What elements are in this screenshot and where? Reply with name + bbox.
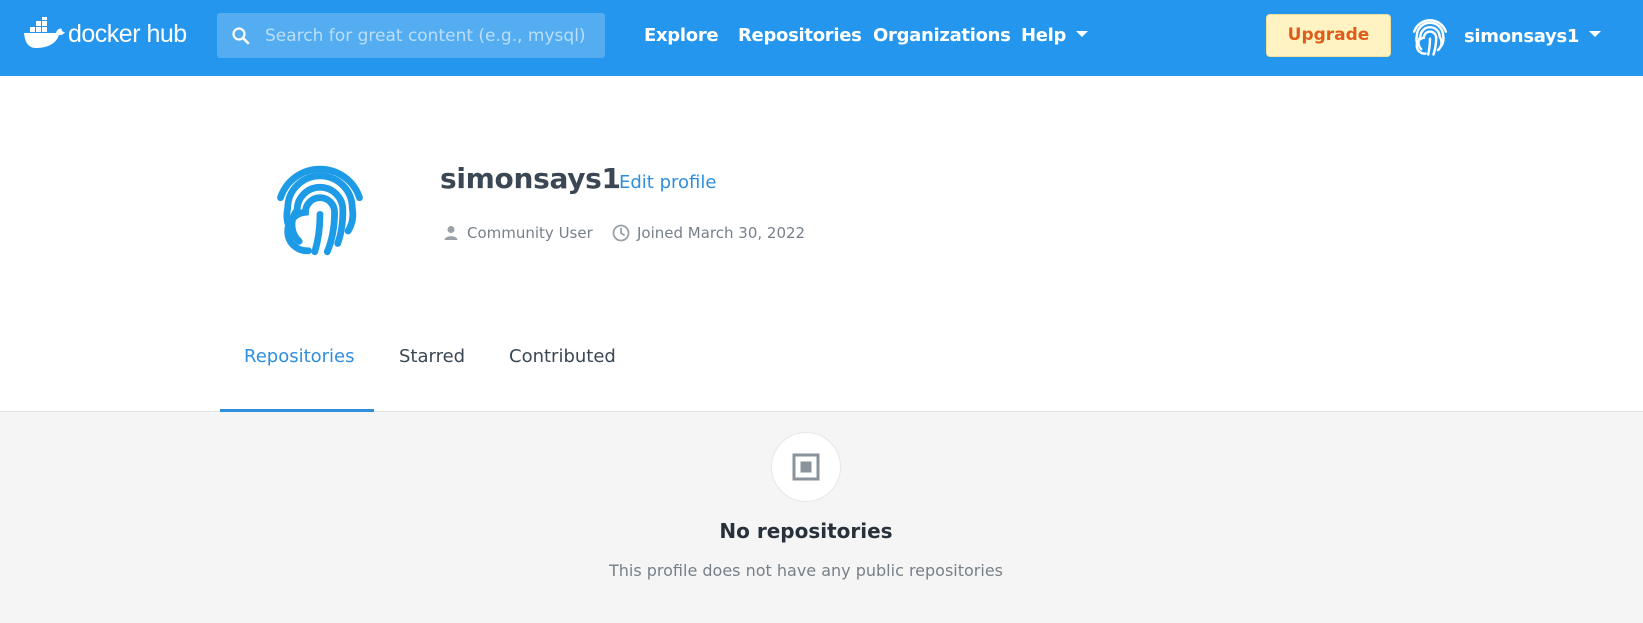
docker-whale-icon: [24, 17, 65, 48]
tab-repositories[interactable]: Repositories: [244, 346, 355, 388]
joined-date: Joined March 30, 2022: [612, 224, 805, 242]
empty-repositories-badge: [771, 432, 841, 502]
profile-header: simonsays1 Edit profile Community User J…: [0, 76, 1643, 412]
nav-explore-link[interactable]: Explore: [644, 0, 719, 72]
search-icon: [232, 26, 250, 44]
tab-starred[interactable]: Starred: [399, 346, 465, 388]
user-icon: [444, 226, 458, 240]
user-type-label: Community User: [467, 224, 593, 242]
docker-hub-logo[interactable]: docker hub: [22, 16, 187, 52]
nav-organizations-link[interactable]: Organizations: [873, 0, 1011, 72]
search-input[interactable]: [265, 25, 595, 46]
logo-wordmark: docker hub: [68, 20, 187, 48]
fingerprint-avatar-icon: [1412, 19, 1448, 56]
empty-state-subtitle: This profile does not have any public re…: [608, 561, 1004, 580]
chevron-down-icon: [1589, 31, 1602, 37]
profile-avatar: [277, 165, 363, 256]
nav-help-label: Help: [1021, 25, 1067, 46]
chevron-down-icon: [1076, 31, 1089, 37]
upgrade-button[interactable]: Upgrade: [1266, 14, 1391, 57]
active-tab-indicator: [220, 409, 374, 412]
empty-state-title: No repositories: [719, 519, 893, 543]
user-menu-username: simonsays1: [1464, 25, 1580, 47]
profile-username: simonsays1: [440, 162, 621, 195]
nav-help-menu[interactable]: Help: [1021, 0, 1089, 72]
repository-box-icon: [792, 453, 820, 481]
user-menu[interactable]: simonsays1: [1408, 14, 1602, 58]
nav-repositories-link[interactable]: Repositories: [738, 0, 862, 72]
top-navbar: docker hub Explore Repositories Organiza…: [0, 0, 1643, 76]
clock-icon: [612, 224, 630, 242]
search-box[interactable]: [217, 13, 605, 58]
user-type: Community User: [442, 224, 593, 242]
edit-profile-link[interactable]: Edit profile: [619, 172, 716, 193]
joined-date-label: Joined March 30, 2022: [637, 224, 806, 242]
tab-contributed[interactable]: Contributed: [509, 346, 616, 388]
